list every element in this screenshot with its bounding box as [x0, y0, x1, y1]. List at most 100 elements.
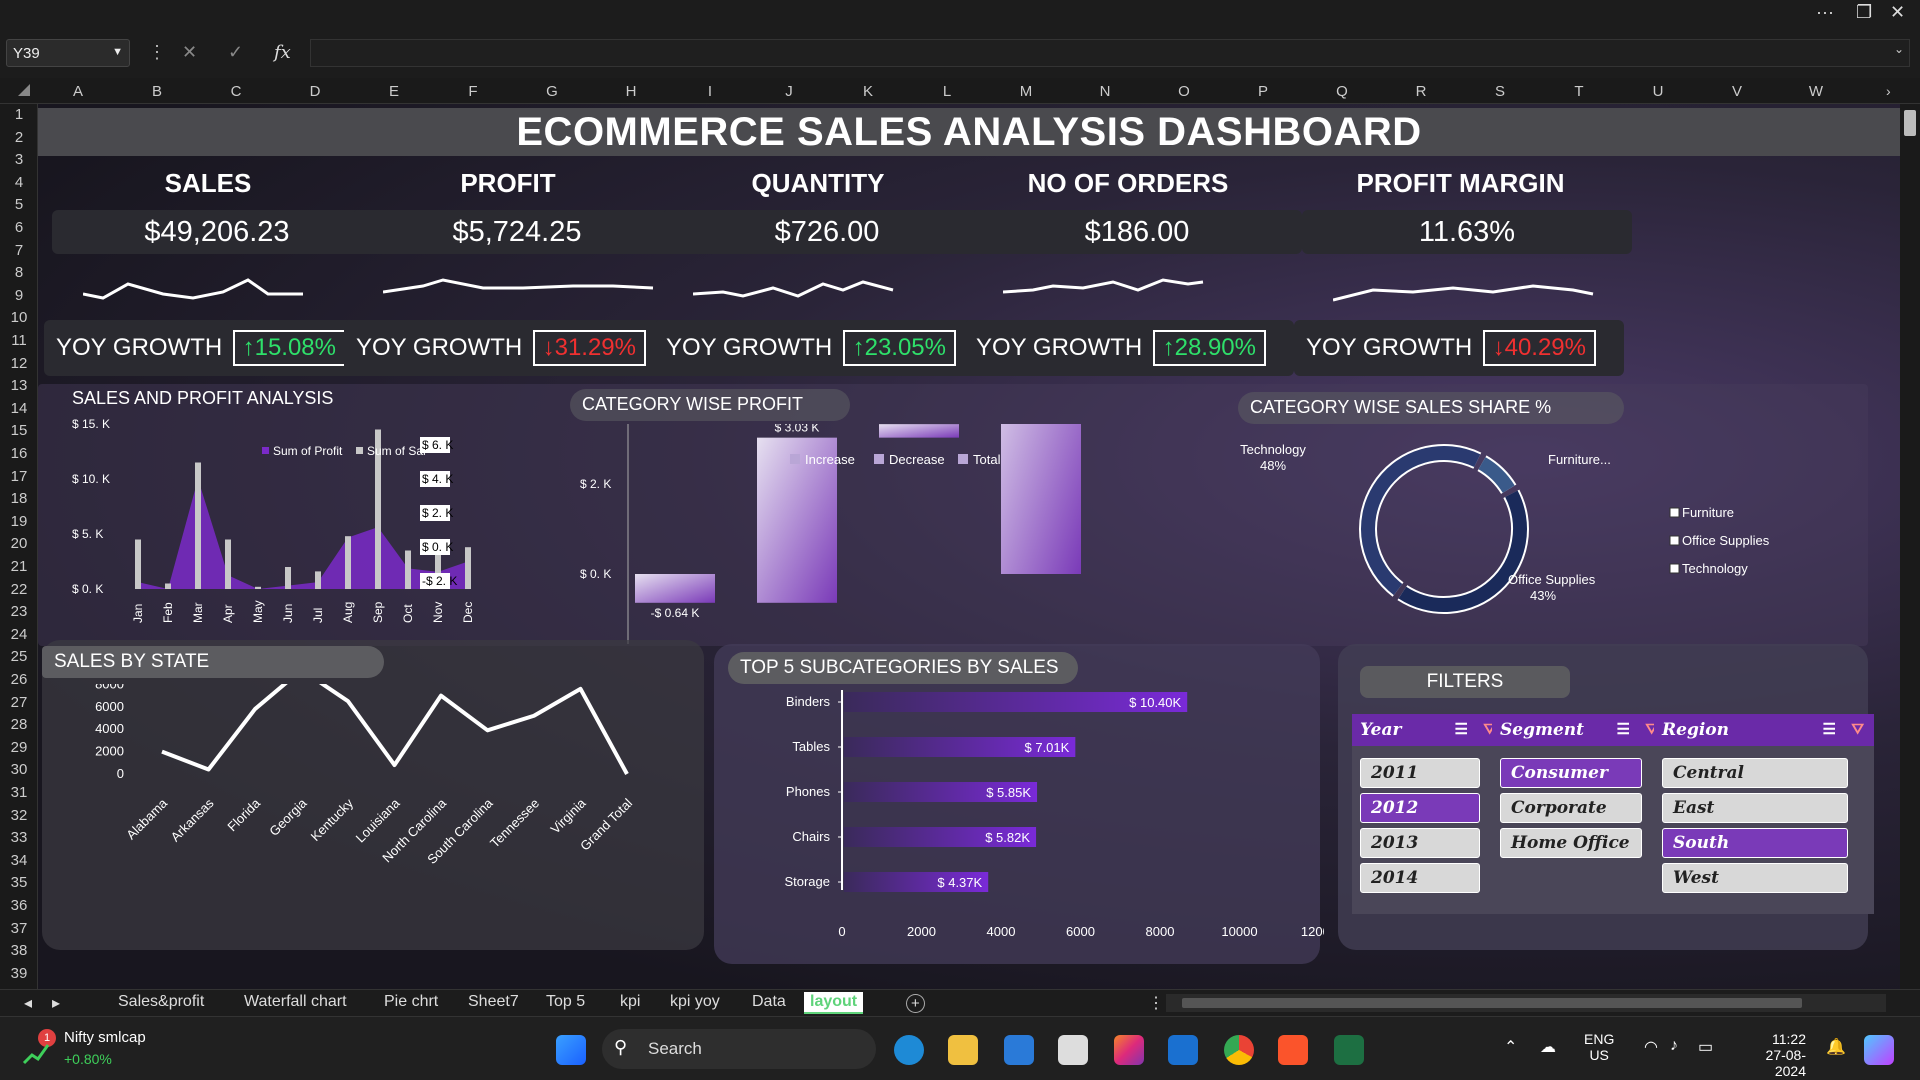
- vertical-scrollbar[interactable]: [1900, 104, 1920, 989]
- slicer-year-item[interactable]: 2011: [1360, 758, 1480, 788]
- column-header[interactable]: M: [986, 83, 1066, 100]
- file-explorer-icon[interactable]: [948, 1035, 978, 1065]
- row-header[interactable]: 16: [0, 445, 38, 462]
- row-header[interactable]: 3: [0, 151, 38, 168]
- top5-bar-chart[interactable]: Binders $ 10.40K Tables $ 7.01K Phones $ 5.85…: [724, 690, 1324, 952]
- row-header[interactable]: 25: [0, 648, 38, 665]
- column-header[interactable]: C: [196, 83, 276, 100]
- column-header[interactable]: V: [1697, 83, 1777, 100]
- slicer-segment-item[interactable]: Consumer: [1500, 758, 1642, 788]
- sales-by-state-chart[interactable]: 1000080006000400020000AlabamaArkansasFlo…: [58, 684, 698, 944]
- clock[interactable]: 11:22 27-08-2024: [1736, 1031, 1806, 1079]
- chrome-icon[interactable]: [1224, 1035, 1254, 1065]
- row-header[interactable]: 12: [0, 355, 38, 372]
- row-header[interactable]: 11: [0, 332, 38, 349]
- formula-input[interactable]: [310, 39, 1910, 67]
- edge-icon[interactable]: [894, 1035, 924, 1065]
- clear-filter-icon[interactable]: ⛛: [1851, 720, 1864, 738]
- row-header[interactable]: 17: [0, 468, 38, 485]
- column-header[interactable]: T: [1539, 83, 1619, 100]
- row-header[interactable]: 20: [0, 535, 38, 552]
- brave-icon[interactable]: [1278, 1035, 1308, 1065]
- add-sheet-icon[interactable]: +: [906, 994, 925, 1013]
- tab-sheet7[interactable]: Sheet7: [462, 992, 525, 1012]
- name-box[interactable]: Y39 ▼: [6, 39, 130, 67]
- column-header[interactable]: Q: [1302, 83, 1382, 100]
- options-icon[interactable]: ⋮: [148, 42, 166, 63]
- cloud-icon[interactable]: ☁: [1540, 1037, 1556, 1057]
- scrollbar-thumb[interactable]: [1904, 110, 1916, 136]
- column-header[interactable]: F: [433, 83, 513, 100]
- row-header[interactable]: 29: [0, 739, 38, 756]
- slicer-region-item[interactable]: East: [1662, 793, 1848, 823]
- row-header[interactable]: 4: [0, 174, 38, 191]
- tab-kpi-yoy[interactable]: kpi yoy: [664, 992, 726, 1012]
- tab-sales-profit[interactable]: Sales&profit: [112, 992, 210, 1012]
- row-header[interactable]: 21: [0, 558, 38, 575]
- enter-icon[interactable]: ✓: [228, 42, 243, 63]
- slicer-year-item[interactable]: 2012: [1360, 793, 1480, 823]
- row-header[interactable]: 2: [0, 129, 38, 146]
- row-header[interactable]: 1: [0, 106, 38, 123]
- row-header[interactable]: 15: [0, 422, 38, 439]
- app-icon[interactable]: [1168, 1035, 1198, 1065]
- search-bar[interactable]: ⚲ Search: [602, 1029, 876, 1069]
- column-header[interactable]: B: [117, 83, 197, 100]
- row-header[interactable]: 6: [0, 219, 38, 236]
- row-header[interactable]: 36: [0, 897, 38, 914]
- row-header[interactable]: 35: [0, 874, 38, 891]
- windows-start-icon[interactable]: [556, 1035, 586, 1065]
- column-header[interactable]: U: [1618, 83, 1698, 100]
- row-header[interactable]: 8: [0, 264, 38, 281]
- row-header[interactable]: 14: [0, 400, 38, 417]
- function-icon[interactable]: fx: [274, 42, 291, 63]
- tab-data[interactable]: Data: [746, 992, 792, 1012]
- row-header[interactable]: 24: [0, 626, 38, 643]
- multi-select-icon[interactable]: ☰: [1617, 720, 1630, 738]
- row-header[interactable]: 19: [0, 513, 38, 530]
- column-header[interactable]: K: [828, 83, 908, 100]
- horizontal-scrollbar-thumb[interactable]: [1182, 998, 1802, 1008]
- row-header[interactable]: 26: [0, 671, 38, 688]
- slicer-segment-item[interactable]: Corporate: [1500, 793, 1642, 823]
- select-all-icon[interactable]: [18, 84, 30, 96]
- column-header[interactable]: N: [1065, 83, 1145, 100]
- slicer-year-item[interactable]: 2014: [1360, 863, 1480, 893]
- excel-icon[interactable]: [1334, 1035, 1364, 1065]
- row-header[interactable]: 18: [0, 490, 38, 507]
- slicer-region-item[interactable]: South: [1662, 828, 1848, 858]
- row-header[interactable]: 37: [0, 920, 38, 937]
- row-header[interactable]: 31: [0, 784, 38, 801]
- chevron-up-icon[interactable]: ⌃: [1504, 1037, 1517, 1057]
- battery-icon[interactable]: ▭: [1698, 1037, 1713, 1057]
- row-header[interactable]: 5: [0, 196, 38, 213]
- row-header[interactable]: 7: [0, 242, 38, 259]
- expand-formula-icon[interactable]: ⌄: [1894, 42, 1904, 56]
- row-header[interactable]: 23: [0, 603, 38, 620]
- row-header[interactable]: 30: [0, 761, 38, 778]
- horizontal-scrollbar[interactable]: [1166, 994, 1886, 1012]
- notification-bell-icon[interactable]: 🔔: [1826, 1037, 1846, 1057]
- column-header[interactable]: L: [907, 83, 987, 100]
- volume-icon[interactable]: ♪: [1670, 1037, 1678, 1055]
- store-icon[interactable]: [1004, 1035, 1034, 1065]
- language-indicator[interactable]: ENG US: [1584, 1031, 1614, 1063]
- column-header[interactable]: O: [1144, 83, 1224, 100]
- wifi-icon[interactable]: ◠: [1644, 1037, 1658, 1057]
- tab-waterfall-chart[interactable]: Waterfall chart: [238, 992, 353, 1012]
- slicer-year-item[interactable]: 2013: [1360, 828, 1480, 858]
- tab-pie-chrt[interactable]: Pie chrt: [378, 992, 444, 1012]
- tab-top-5[interactable]: Top 5: [540, 992, 591, 1012]
- slicer-segment-item[interactable]: Home Office: [1500, 828, 1642, 858]
- row-header[interactable]: 13: [0, 377, 38, 394]
- column-header[interactable]: H: [591, 83, 671, 100]
- tab-scroll-right-icon[interactable]: ▸: [46, 992, 66, 1014]
- cancel-icon[interactable]: ✕: [182, 42, 197, 63]
- close-icon[interactable]: ✕: [1890, 2, 1905, 23]
- row-header[interactable]: 9: [0, 287, 38, 304]
- chevron-down-icon[interactable]: ▼: [112, 46, 123, 58]
- row-header[interactable]: 28: [0, 716, 38, 733]
- row-header[interactable]: 22: [0, 581, 38, 598]
- column-header[interactable]: J: [749, 83, 829, 100]
- row-header[interactable]: 34: [0, 852, 38, 869]
